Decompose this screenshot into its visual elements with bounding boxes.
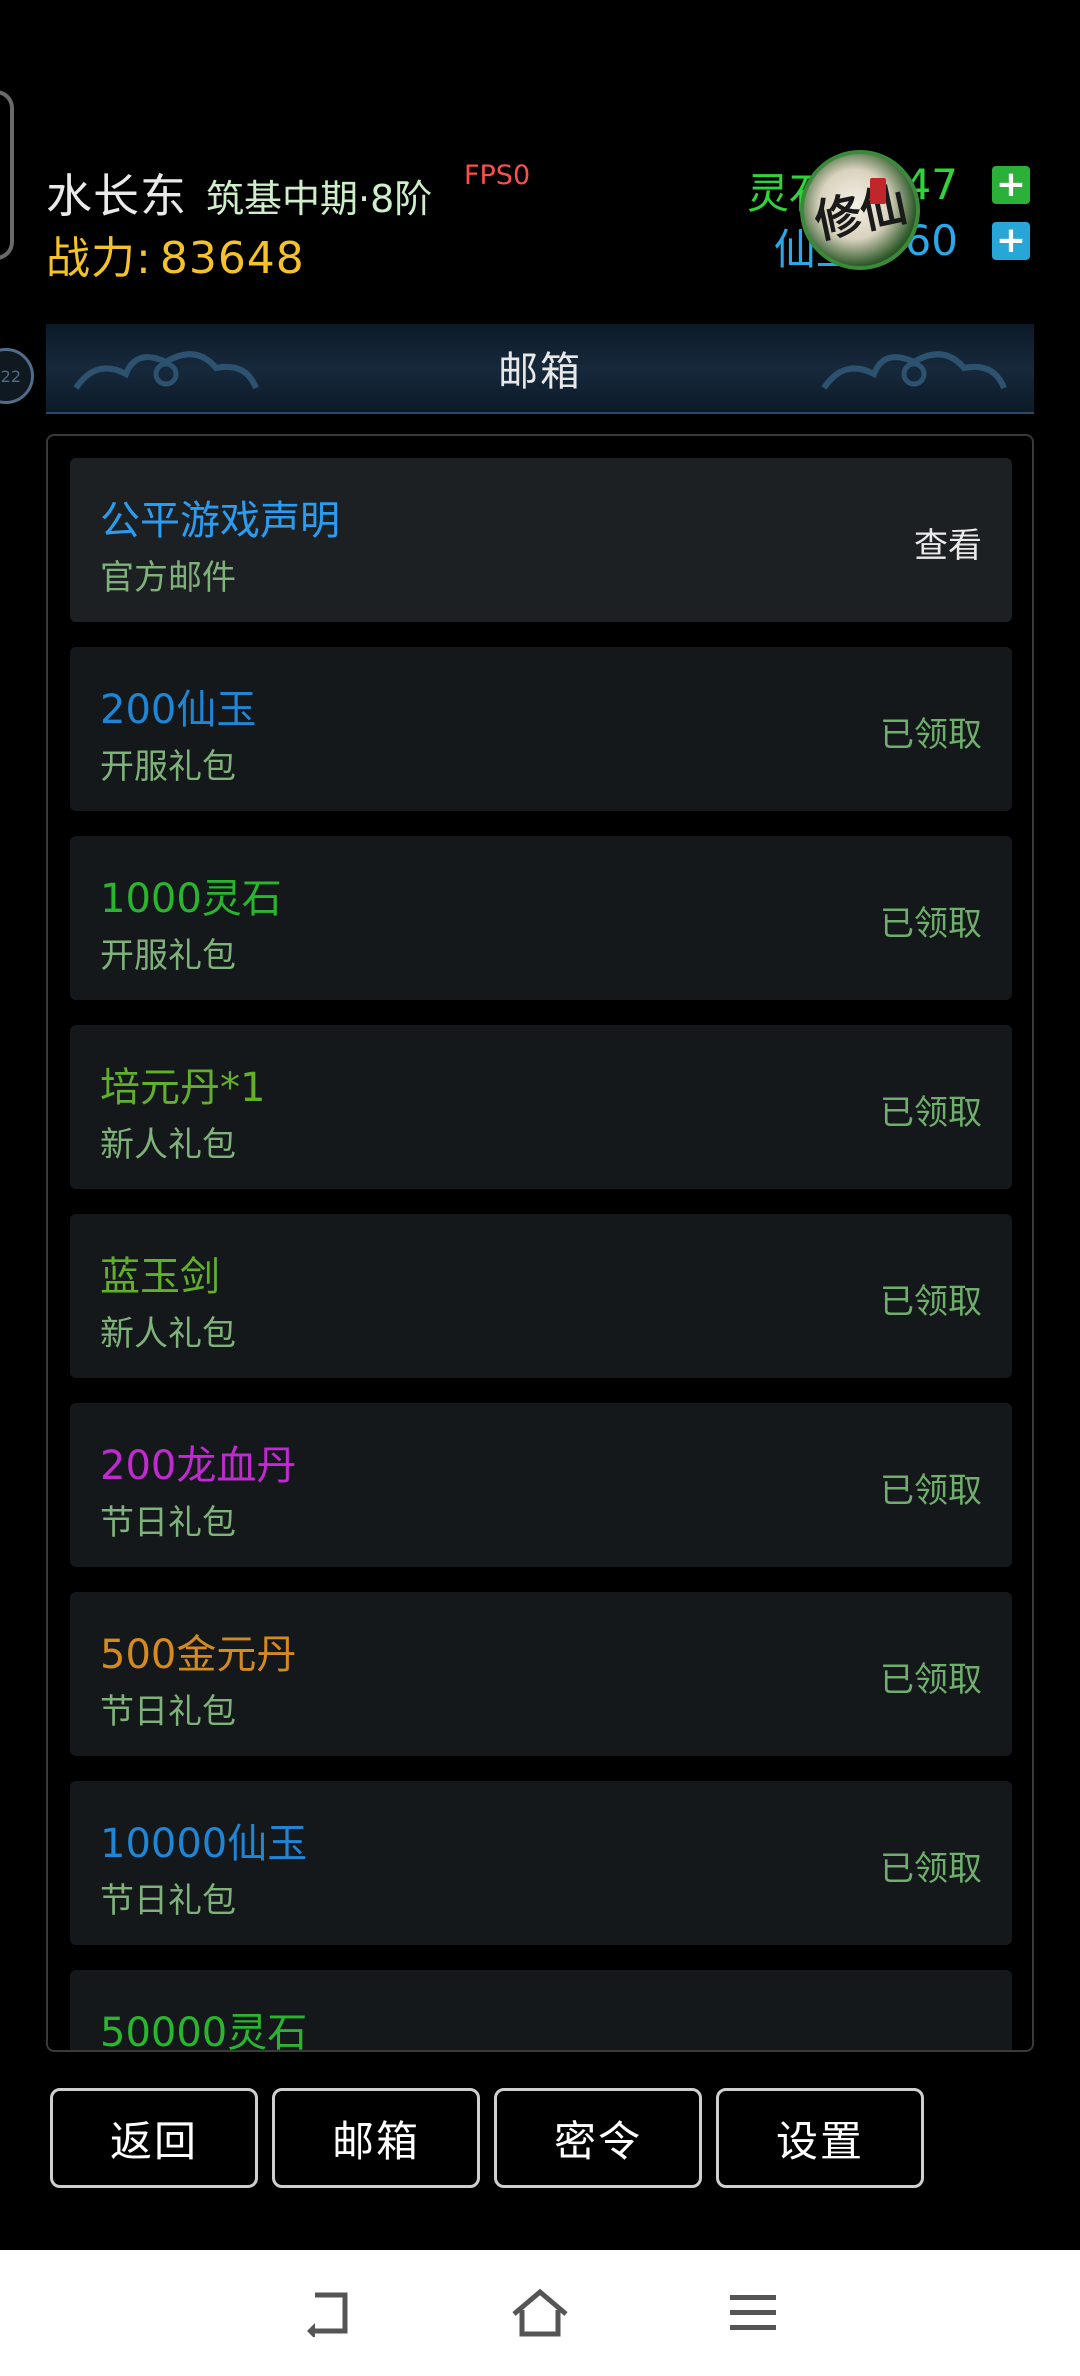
plus-icon: + — [995, 220, 1027, 261]
mail-subtitle: 官方邮件 — [100, 558, 236, 598]
claimed-status: 已领取 — [880, 1471, 982, 1511]
mail-item[interactable]: 200龙血丹节日礼包 已领取 — [70, 1403, 1012, 1567]
panel-title: 邮箱 — [498, 349, 582, 395]
game-logo[interactable]: 修仙 — [800, 150, 920, 270]
mail-title: 200龙血丹 — [100, 1443, 297, 1489]
mail-subtitle: 开服礼包 — [100, 747, 236, 787]
mail-title: 10000仙玉 — [100, 1821, 308, 1867]
mail-list[interactable]: 公平游戏声明 官方邮件 查看 200仙玉 开服礼包 已领取 1000灵石 开服礼包 已领取 培元丹… — [70, 458, 1012, 2052]
mail-subtitle: 开服礼包 — [100, 936, 236, 976]
fps-counter: FPS0 — [464, 160, 531, 191]
claimed-status: 已领取 — [880, 904, 982, 944]
side-badge-text: 22 — [0, 366, 21, 386]
mail-item[interactable]: 500金元丹节日礼包 已领取 — [70, 1592, 1012, 1756]
logo-text: 修仙 — [810, 176, 912, 249]
mailbox-button[interactable]: 邮箱 — [272, 2088, 480, 2188]
logo-seal-icon — [870, 178, 886, 204]
bottom-button-row: 返回 邮箱 密令 设置 — [50, 2088, 924, 2188]
cloud-ornament-icon — [73, 351, 259, 390]
mail-title: 公平游戏声明 — [100, 498, 340, 544]
player-name: 水长东 — [46, 169, 187, 223]
menu-nav-icon[interactable] — [723, 2283, 783, 2343]
mail-item[interactable]: 培元丹*1 新人礼包 已领取 — [70, 1025, 1012, 1189]
mail-subtitle: 新人礼包 — [100, 1125, 236, 1165]
combat-power: 战力: 83648 — [46, 222, 305, 286]
mail-item[interactable]: 公平游戏声明官方邮件 查看 — [70, 458, 1012, 622]
mail-title: 1000灵石 — [100, 876, 282, 922]
mail-item[interactable]: 10000仙玉节日礼包 已领取 — [70, 1781, 1012, 1945]
mail-item[interactable]: 50000灵石 — [70, 1970, 1012, 2052]
mail-panel[interactable]: 公平游戏声明 官方邮件 查看 200仙玉 开服礼包 已领取 1000灵石 开服礼包 已领取 培元丹… — [46, 434, 1034, 2052]
claimed-status: 已领取 — [880, 1093, 982, 1133]
home-nav-icon[interactable] — [510, 2283, 570, 2343]
mail-title: 500金元丹 — [100, 1632, 297, 1678]
view-mail-button[interactable]: 查看 — [914, 518, 982, 567]
claimed-status: 已领取 — [880, 1660, 982, 1700]
plus-icon: + — [995, 164, 1027, 205]
power-value: 83648 — [159, 233, 305, 284]
settings-button[interactable]: 设置 — [716, 2088, 924, 2188]
mail-title: 50000灵石 — [100, 2010, 308, 2052]
mail-title: 培元丹*1 — [100, 1065, 266, 1111]
mail-title: 200仙玉 — [100, 687, 257, 733]
power-label: 战力: — [46, 233, 152, 284]
panel-title-banner: 邮箱 — [46, 324, 1034, 414]
claimed-status: 已领取 — [880, 715, 982, 755]
cultivation-realm: 筑基中期·8阶 — [206, 177, 433, 221]
secret-code-button[interactable]: 密令 — [494, 2088, 702, 2188]
cloud-ornament-icon — [821, 351, 1007, 390]
mail-subtitle: 新人礼包 — [100, 1314, 236, 1354]
claimed-status: 已领取 — [880, 1282, 982, 1322]
add-jade-button[interactable]: + — [992, 222, 1030, 260]
claimed-status: 已领取 — [880, 1849, 982, 1889]
side-level-badge[interactable]: 22 — [0, 348, 34, 404]
add-spirit-stone-button[interactable]: + — [992, 166, 1030, 204]
mail-title: 蓝玉剑 — [100, 1254, 220, 1300]
mail-subtitle: 节日礼包 — [100, 1503, 236, 1543]
mail-subtitle: 节日礼包 — [100, 1692, 236, 1732]
back-button[interactable]: 返回 — [50, 2088, 258, 2188]
left-frame-edge — [0, 90, 14, 260]
mail-item[interactable]: 蓝玉剑新人礼包 已领取 — [70, 1214, 1012, 1378]
back-nav-icon[interactable] — [297, 2283, 357, 2343]
mail-item[interactable]: 1000灵石开服礼包 已领取 — [70, 836, 1012, 1000]
system-navigation-bar — [0, 2250, 1080, 2376]
mail-subtitle: 节日礼包 — [100, 1881, 236, 1921]
mail-item[interactable]: 200仙玉开服礼包 已领取 — [70, 647, 1012, 811]
